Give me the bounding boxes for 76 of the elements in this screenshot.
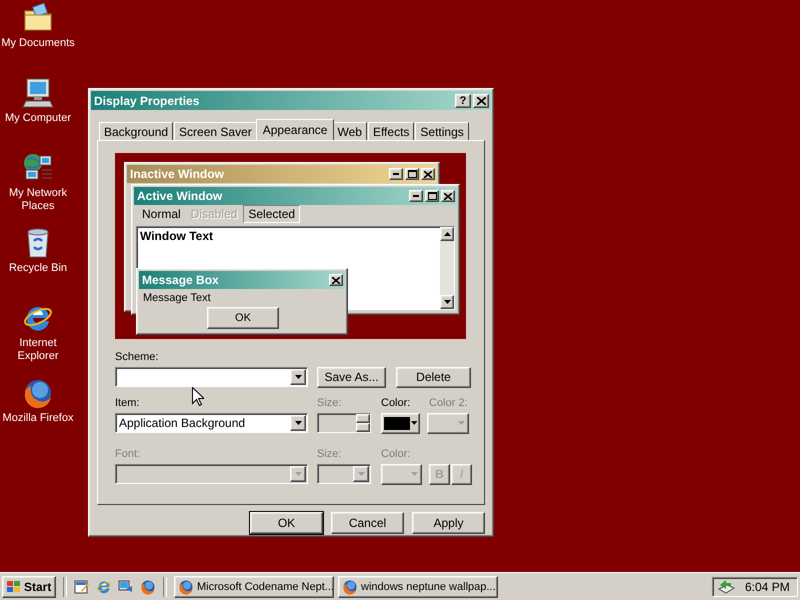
firefox-icon — [178, 578, 194, 594]
tab[interactable]: Background — [99, 122, 174, 140]
close-button[interactable] — [329, 274, 343, 286]
minimize-button[interactable] — [409, 190, 423, 202]
help-button[interactable]: ? — [455, 94, 471, 108]
mouse-cursor-icon — [192, 387, 204, 406]
window-text: Window Text — [140, 229, 213, 244]
firefox-icon — [140, 578, 156, 594]
caret-icon — [411, 472, 418, 476]
desktop-icon-label[interactable]: Mozilla Firefox — [2, 412, 74, 425]
close-button[interactable] — [441, 190, 455, 202]
clock: 6:04 PM — [745, 580, 790, 594]
minimize-icon — [393, 173, 399, 176]
field-label: Size: — [317, 397, 342, 410]
ok-button[interactable]: OK — [207, 307, 279, 330]
maximize-icon — [408, 170, 416, 178]
save-as-button[interactable]: Save As... — [317, 366, 386, 388]
window-title: Inactive Window — [130, 167, 225, 182]
field-label: Size: — [317, 448, 342, 462]
field-label: Item: — [115, 397, 140, 410]
start-button[interactable]: Start — [2, 576, 56, 598]
taskbar-button[interactable]: Microsoft Codename Nept... — [174, 576, 334, 598]
window-title: Active Window — [137, 189, 224, 204]
tab[interactable]: Appearance — [256, 119, 334, 140]
caret-icon — [358, 472, 364, 476]
menu-item[interactable]: Normal — [138, 206, 185, 222]
caret-icon — [444, 300, 450, 304]
dialog-button[interactable]: Apply — [412, 512, 485, 534]
menu-item[interactable]: Selected — [243, 205, 300, 224]
drive-arrow-icon — [717, 578, 735, 594]
taskbar-button[interactable]: windows neptune wallpap... — [338, 576, 498, 598]
caret-icon — [294, 421, 302, 426]
tab[interactable]: Settings — [415, 122, 469, 140]
desktop-icon-label[interactable]: Internet Explorer — [0, 337, 76, 363]
tab[interactable]: Effects — [368, 122, 414, 140]
tab[interactable]: Screen Saver — [174, 122, 257, 140]
item-dropdown[interactable]: Application Background — [115, 413, 308, 434]
desktop-pencil-icon[interactable] — [74, 578, 90, 594]
desktop-icon-label[interactable]: My Documents — [1, 37, 75, 50]
close-icon — [332, 276, 340, 284]
field-label: Font: — [115, 448, 142, 462]
firefox-icon — [22, 377, 54, 409]
minimize-icon — [413, 195, 419, 198]
color-picker-button[interactable] — [381, 412, 420, 434]
message-text: Message Text — [142, 291, 212, 306]
caret-icon — [410, 421, 417, 426]
field-label: Scheme: — [115, 351, 160, 364]
tab[interactable]: Web — [332, 122, 367, 140]
browser-e-icon — [96, 578, 112, 594]
scrollbar[interactable] — [440, 227, 454, 310]
dialog-button[interactable]: Cancel — [331, 512, 404, 534]
caret-icon — [294, 472, 302, 476]
close-icon — [476, 96, 486, 105]
field-label: Color 2: — [429, 397, 469, 410]
firefox-icon — [342, 578, 358, 594]
caret-icon — [294, 375, 302, 380]
close-button[interactable] — [473, 94, 489, 108]
field-label: Color: — [381, 397, 412, 410]
dialog-button[interactable]: OK — [250, 512, 323, 534]
field-label: Color: — [381, 448, 412, 462]
desktop-icon-label[interactable]: My Network Places — [0, 187, 76, 213]
maximize-button[interactable] — [425, 190, 439, 202]
close-icon — [424, 170, 432, 178]
windows-flag-icon — [6, 580, 22, 594]
window-title: Message Box — [142, 273, 220, 288]
desktop-icon-label[interactable]: Recycle Bin — [8, 262, 68, 275]
desktop-icon-label[interactable]: My Computer — [4, 112, 72, 125]
maximize-icon — [428, 192, 436, 200]
scheme-dropdown[interactable] — [115, 367, 308, 388]
up-arrow-icon — [444, 232, 450, 236]
close-icon — [444, 192, 452, 200]
delete-button[interactable]: Delete — [396, 366, 471, 388]
computer-icon — [22, 77, 54, 109]
window-title: Display Properties — [94, 94, 200, 108]
desktop-network-icon[interactable] — [118, 578, 134, 594]
caret-icon — [458, 421, 465, 426]
